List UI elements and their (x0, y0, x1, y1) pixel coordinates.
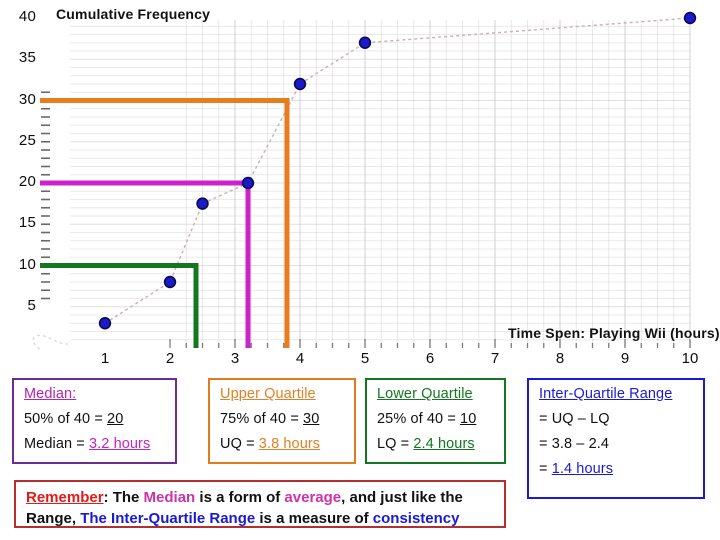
iqr-box-line3: = 1.4 hours (539, 461, 695, 477)
remember-line-1: Remember: The Median is a form of averag… (26, 487, 496, 508)
remember-text-2: is a form of (195, 489, 285, 506)
lower-quartile-box-header: Lower Quartile (377, 386, 473, 402)
remember-callout-box: Remember: The Median is a form of averag… (14, 480, 506, 528)
remember-word-iqr: The Inter-Quartile Range (80, 510, 256, 527)
iqr-box-line2: = 3.8 – 2.4 (539, 436, 610, 452)
x-tick-label: 2 (165, 350, 175, 367)
chart-title: Cumulative Frequency (56, 6, 211, 22)
x-tick-label: 4 (295, 350, 305, 367)
y-tick-label: 5 (27, 296, 36, 314)
median-box-header: Median: (24, 386, 77, 402)
median-line1-value: 20 (107, 411, 124, 427)
y-tick-label: 30 (18, 90, 36, 108)
iqr-box-line1: = UQ – LQ (539, 411, 610, 427)
upper-quartile-box: Upper Quartile 75% of 40 = 30 UQ = 3.8 h… (208, 378, 356, 464)
curve-start-loop (32, 334, 69, 350)
median-line1-text: 50% of 40 = (24, 411, 108, 427)
upper-quartile-box-line2: UQ = 3.8 hours (220, 436, 346, 452)
iqr-line3-value: 1.4 hours (551, 461, 614, 477)
inter-quartile-range-box: Inter-Quartile Range = UQ – LQ = 3.8 – 2… (527, 378, 705, 499)
cumulative-frequency-chart: Cumulative Frequency Time Spen: Playing … (0, 0, 720, 372)
chart-canvas (32, 11, 697, 350)
median-box: Median: 50% of 40 = 20 Median = 3.2 hour… (12, 378, 177, 464)
remember-text-4: Range, (26, 510, 81, 527)
median-box-line1: 50% of 40 = 20 (24, 411, 167, 427)
remember-label: Remember (26, 489, 104, 506)
y-tick-label: 35 (18, 49, 36, 67)
y-tick-label: 10 (18, 255, 36, 273)
remember-text-3: , and just like the (341, 489, 463, 506)
uq-line1-value: 30 (303, 411, 320, 427)
lower-quartile-box-line2: LQ = 2.4 hours (377, 436, 496, 452)
upper-quartile-box-header: Upper Quartile (220, 386, 316, 402)
x-tick-label: 9 (620, 350, 630, 367)
quartile-summary-table: Median: 50% of 40 = 20 Median = 3.2 hour… (0, 376, 720, 540)
lq-line2-text: LQ = (377, 436, 414, 452)
y-tick-label: 40 (18, 8, 36, 25)
remember-word-median: Median (143, 489, 196, 506)
x-tick-label: 8 (555, 350, 565, 367)
lq-line1-text: 25% of 40 = (377, 411, 461, 427)
median-line2-text: Median = (24, 436, 89, 452)
lq-line1-value: 10 (460, 411, 477, 427)
iqr-line3-prefix: = (539, 461, 552, 477)
lq-line2-value: 2.4 hours (413, 436, 475, 452)
lower-quartile-box: Lower Quartile 25% of 40 = 10 LQ = 2.4 h… (365, 378, 506, 464)
x-tick-label: 3 (230, 350, 240, 367)
x-tick-label: 5 (360, 350, 370, 367)
remember-word-average: average (284, 489, 342, 506)
x-tick-label: 1 (100, 350, 110, 367)
uq-line1-text: 75% of 40 = (220, 411, 304, 427)
iqr-box-header: Inter-Quartile Range (539, 386, 673, 402)
x-tick-label: 7 (490, 350, 500, 367)
slide-root: Cumulative Frequency Time Spen: Playing … (0, 0, 720, 540)
remember-text-5: is a measure of (255, 510, 373, 527)
remember-line-2: Range, The Inter-Quartile Range is a mea… (26, 508, 496, 529)
y-tick-label: 25 (18, 131, 36, 149)
remember-text-1: : The (103, 489, 144, 506)
x-tick-label: 10 (681, 350, 699, 367)
y-tick-label: 20 (18, 173, 36, 190)
x-axis-title: Time Spen: Playing Wii (hours) (508, 325, 720, 341)
uq-line2-value: 3.8 hours (258, 436, 321, 452)
y-tick-label: 15 (18, 214, 36, 232)
lower-quartile-box-line1: 25% of 40 = 10 (377, 411, 496, 427)
median-line2-value: 3.2 hours (88, 436, 151, 452)
uq-line2-text: UQ = (220, 436, 259, 452)
median-box-line2: Median = 3.2 hours (24, 436, 167, 452)
remember-word-consistency: consistency (372, 510, 460, 527)
upper-quartile-box-line1: 75% of 40 = 30 (220, 411, 346, 427)
x-tick-label: 6 (425, 350, 435, 367)
